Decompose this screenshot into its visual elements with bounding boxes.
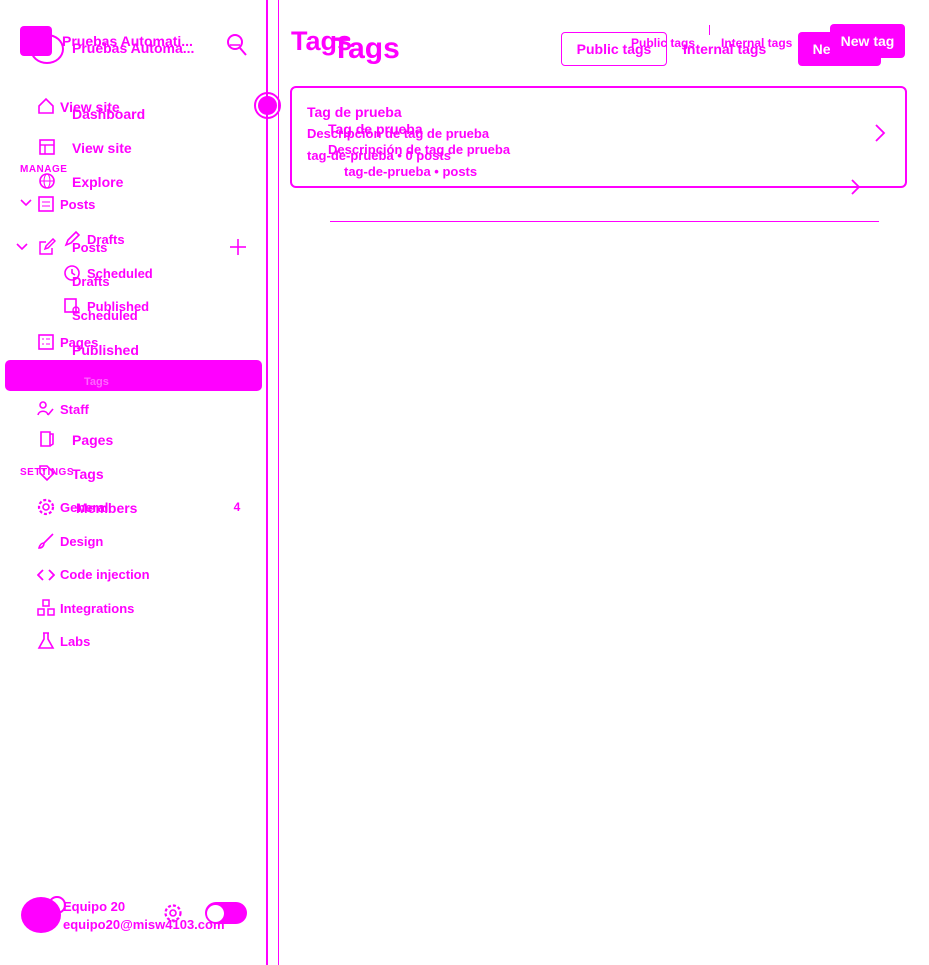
sidebar-item-tags-active[interactable] [5, 360, 262, 391]
sidebar-item-scheduled-b[interactable]: Scheduled [72, 308, 138, 323]
sidebar-item-design[interactable]: Design [60, 534, 103, 549]
chevron-right-icon[interactable] [873, 123, 887, 143]
tag-name-secondary: Tag de prueba [328, 121, 423, 137]
sidebar-item-labs[interactable]: Labs [60, 634, 90, 649]
integrations-icon [37, 599, 55, 617]
sidebar-item-integrations[interactable]: Integrations [60, 601, 134, 616]
sidebar-item-drafts-b[interactable]: Drafts [72, 274, 110, 289]
tab-divider [709, 25, 710, 35]
site-logo-ring [30, 34, 64, 64]
sidebar-item-members[interactable]: Members [76, 500, 137, 516]
settings-gear-icon[interactable] [163, 903, 183, 923]
edit-icon [38, 238, 56, 256]
user-name: Equipo 20 [63, 899, 126, 914]
home-icon [37, 97, 55, 115]
chevron-down-icon[interactable] [16, 242, 28, 252]
tag-description-secondary: Descripción de tag de prueba [328, 142, 511, 157]
tab-internal-tags-b[interactable]: Internal tags [721, 36, 792, 50]
members-count-badge: 4 [225, 494, 249, 518]
plus-icon[interactable] [229, 238, 247, 256]
sidebar-item-dashboard[interactable]: Dashboard [72, 106, 145, 122]
layout-icon [38, 138, 56, 156]
page-title-secondary: Tags [332, 32, 400, 65]
search-icon[interactable] [226, 33, 248, 57]
new-tag-button-secondary[interactable]: New tag [830, 24, 905, 58]
sidebar-item-posts-b[interactable]: Posts [72, 240, 107, 255]
staff-icon [37, 400, 55, 418]
sidebar-item-staff[interactable]: Staff [60, 402, 89, 417]
sidebar-resize-handle-fill [258, 96, 277, 115]
sidebar-item-pages-b[interactable]: Pages [72, 432, 113, 448]
flask-icon [37, 632, 55, 650]
book-icon [38, 430, 56, 448]
tag-icon [38, 464, 56, 482]
theme-toggle-knob [207, 905, 224, 922]
tag-name: Tag de prueba [307, 104, 402, 120]
tab-public-tags-b[interactable]: Public tags [631, 36, 695, 50]
code-icon [37, 566, 55, 584]
sidebar-item-tags-active-label: Tags [84, 376, 109, 388]
sidebar-item-posts[interactable]: Posts [60, 197, 95, 212]
sidebar-item-explore[interactable]: Explore [72, 174, 123, 190]
gear-icon [37, 498, 55, 516]
tag-meta-secondary: tag-de-prueba • posts [344, 164, 478, 179]
chevron-down-icon[interactable] [20, 198, 32, 208]
posts-icon [37, 195, 55, 213]
pages-icon [37, 333, 55, 351]
sidebar-item-tags-b[interactable]: Tags [72, 466, 104, 482]
tag-list-divider [330, 221, 879, 222]
globe-icon [38, 172, 56, 190]
sidebar-item-view-site-b[interactable]: View site [72, 140, 132, 156]
site-title-secondary[interactable]: Pruebas Automa... [72, 40, 194, 56]
sidebar-item-code-injection[interactable]: Code injection [60, 567, 150, 582]
sidebar-item-published-b[interactable]: Published [72, 342, 139, 358]
user-email: equipo20@misw4103.com [63, 917, 225, 932]
chevron-right-icon[interactable] [850, 178, 862, 196]
brush-icon [37, 532, 55, 550]
